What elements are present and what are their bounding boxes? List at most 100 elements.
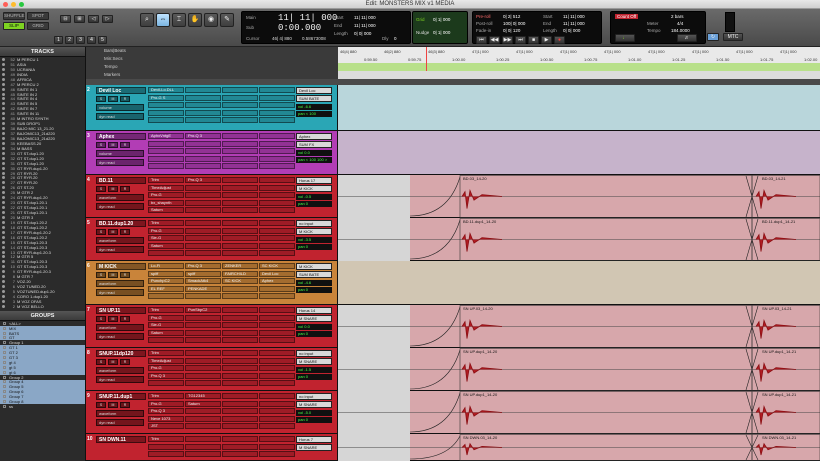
insert-slot[interactable]: Pro-G [148, 227, 184, 234]
track-show-icon[interactable] [2, 107, 5, 111]
record-arm-button[interactable]: R [120, 142, 130, 148]
send-slot[interactable] [222, 337, 258, 344]
preroll-value[interactable]: 0| 2| 512 [503, 14, 520, 19]
insert-slot[interactable] [148, 148, 184, 155]
send-slot[interactable] [222, 423, 258, 430]
send-slot[interactable] [259, 322, 295, 329]
tempo-value[interactable]: 184.0000 [671, 28, 690, 33]
send-slot[interactable] [259, 102, 295, 109]
insert-slot[interactable] [185, 140, 221, 147]
send-slot[interactable] [222, 207, 258, 214]
clip-name[interactable]: SN UP.dup1_14-21 [762, 392, 796, 397]
insert-slot[interactable] [185, 372, 221, 379]
send-slot[interactable] [259, 227, 295, 234]
send-slot[interactable] [259, 140, 295, 147]
send-slot[interactable] [222, 314, 258, 321]
track-show-icon[interactable] [2, 181, 5, 185]
track-show-icon[interactable] [2, 196, 5, 200]
track-view-selector[interactable]: volume [96, 150, 144, 157]
send-slot[interactable] [259, 199, 295, 206]
insert-slot[interactable] [185, 293, 221, 300]
send-slot[interactable] [259, 177, 295, 183]
insert-slot[interactable] [185, 322, 221, 329]
group-checkbox-icon[interactable] [3, 360, 6, 364]
insert-slot[interactable]: Saturn [148, 329, 184, 336]
insert-slot[interactable] [185, 199, 221, 206]
send-slot[interactable] [222, 293, 258, 300]
track-view-selector[interactable]: waveform [96, 280, 144, 287]
insert-slot[interactable]: TimeAdjust [148, 357, 184, 364]
minsecs-ruler-label[interactable]: Min:Secs [86, 55, 338, 63]
track-name[interactable]: Aphex [96, 133, 146, 140]
insert-slot[interactable]: Trim [148, 177, 184, 183]
fadein-label[interactable]: Fade-in [476, 28, 491, 33]
zoom-in-icon[interactable]: ⊞ [74, 15, 85, 23]
send-slot[interactable]: ZENKER [222, 263, 258, 269]
track-list-item[interactable]: 2M VOZ BELLO [0, 304, 85, 309]
send-slot[interactable] [222, 109, 258, 116]
clip-name[interactable]: BD.11.dup1_14-21 [762, 219, 795, 224]
record-arm-button[interactable]: R [120, 229, 130, 235]
track-show-icon[interactable] [2, 275, 5, 279]
tempo-ruler[interactable] [338, 63, 820, 71]
track-show-icon[interactable] [2, 87, 5, 91]
insert-slot[interactable]: Saturn [185, 400, 221, 407]
insert-slot[interactable]: Pro-Q 3 [148, 408, 184, 415]
track-name[interactable]: SNUP.11dp120 [96, 350, 146, 357]
track-view-selector[interactable]: waveform [96, 324, 144, 331]
send-slot[interactable] [222, 133, 258, 139]
send-slot[interactable] [222, 148, 258, 155]
track-show-icon[interactable] [2, 260, 5, 264]
send-slot[interactable] [259, 443, 295, 450]
track-show-icon[interactable] [2, 136, 5, 140]
group-checkbox-icon[interactable] [3, 385, 6, 389]
track-show-icon[interactable] [2, 151, 5, 155]
track-show-icon[interactable] [2, 285, 5, 289]
track-view-selector[interactable]: waveform [96, 194, 144, 201]
tempo-ruler-label[interactable]: Tempo [86, 63, 338, 71]
send-slot[interactable] [259, 109, 295, 116]
group-checkbox-icon[interactable] [3, 351, 6, 355]
clip-name[interactable]: SN UP.dup1_14-21 [762, 349, 796, 354]
group-checkbox-icon[interactable] [3, 380, 6, 384]
grabber-icon[interactable]: ✋ [188, 13, 202, 27]
send-slot[interactable]: FAIRCHILD [222, 270, 258, 277]
insert-slot[interactable] [148, 293, 184, 300]
output-selector[interactable]: SUM BATE [296, 271, 332, 278]
automation-mode-selector[interactable]: dyn read [96, 113, 144, 120]
track-show-icon[interactable] [2, 176, 5, 180]
zoom-out-icon[interactable]: ⊟ [60, 15, 71, 23]
track-show-icon[interactable] [2, 230, 5, 234]
insert-slot[interactable] [185, 117, 221, 124]
insert-slot[interactable]: Lo-Fi [148, 263, 184, 269]
send-slot[interactable] [222, 415, 258, 422]
insert-slot[interactable] [185, 415, 221, 422]
automation-mode-selector[interactable]: dyn read [96, 159, 144, 166]
clip-name[interactable]: SN UP.dup1_14-20 [463, 349, 497, 354]
track-show-icon[interactable] [2, 72, 5, 76]
track-show-icon[interactable] [2, 255, 5, 259]
clip-name[interactable]: BD.03_14-20 [463, 176, 487, 181]
insert-slot[interactable]: EL REF [148, 285, 184, 292]
output-selector[interactable]: M SNARE [296, 401, 332, 408]
insert-slot[interactable]: Pro-G [148, 400, 184, 407]
send-slot[interactable] [222, 285, 258, 292]
group-checkbox-icon[interactable] [3, 346, 6, 350]
pan-readout[interactable]: pan 0 [296, 417, 332, 423]
track-show-icon[interactable] [2, 250, 5, 254]
send-slot[interactable] [259, 314, 295, 321]
send-slot[interactable] [259, 94, 295, 101]
send-slot[interactable] [259, 250, 295, 257]
insert-slot[interactable]: Trim [148, 393, 184, 399]
send-slot[interactable] [222, 242, 258, 249]
send-slot[interactable] [259, 400, 295, 407]
track-show-icon[interactable] [2, 270, 5, 274]
solo-button[interactable]: S [96, 96, 106, 102]
insert-slot[interactable] [185, 443, 221, 450]
insert-slot[interactable] [185, 337, 221, 344]
insert-slot[interactable] [148, 140, 184, 147]
solo-button[interactable]: S [96, 402, 106, 408]
output-selector[interactable]: M KICK [296, 185, 332, 192]
track-show-icon[interactable] [2, 211, 5, 215]
shuffle-mode-button[interactable]: SHUFFLE [3, 12, 25, 20]
